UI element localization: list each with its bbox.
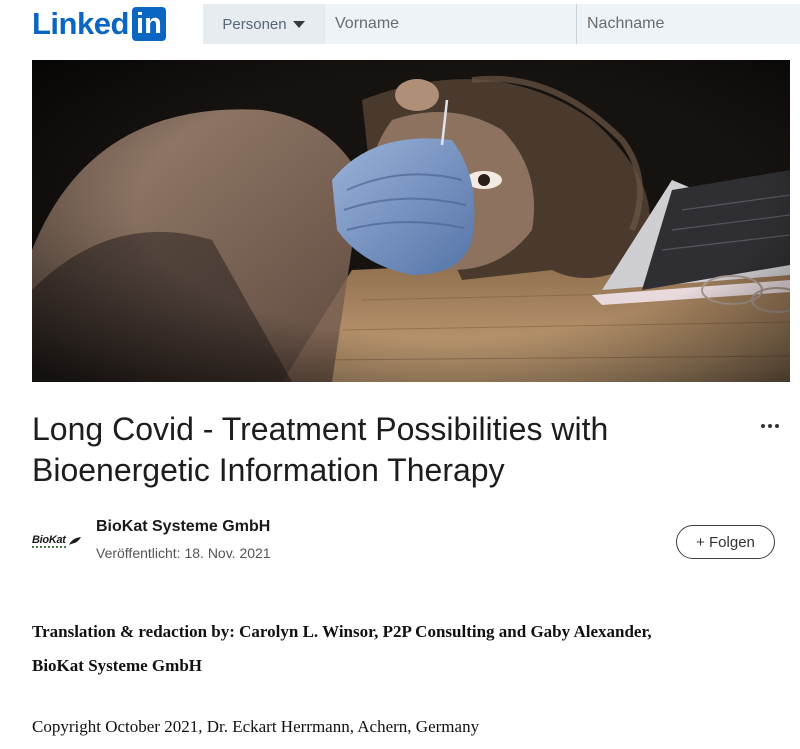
logo-wordmark: Linked <box>32 6 129 41</box>
author-logo-text: BioKat <box>32 534 66 548</box>
author-name[interactable]: BioKat Systeme GmbH <box>96 518 270 536</box>
caret-down-icon <box>292 21 305 28</box>
logo-in-box: in <box>131 7 166 41</box>
copyright-text: Copyright October 2021, Dr. Eckart Herrm… <box>32 717 480 736</box>
leaf-icon <box>68 537 81 545</box>
ellipsis-icon[interactable] <box>752 414 788 438</box>
article-title: Long Covid - Treatment Possibilities wit… <box>32 411 609 488</box>
author-logo[interactable]: BioKat <box>32 526 92 556</box>
publish-date: Veröffentlicht: 18. Nov. 2021 <box>96 545 271 561</box>
credits-line-1: Translation & redaction by: Carolyn L. W… <box>32 622 652 641</box>
author-block: BioKat BioKat Systeme GmbH Veröffentlich… <box>32 514 772 570</box>
credits-line-2: BioKat Systeme GmbH <box>32 656 202 675</box>
translation-credits: Translation & redaction by: Carolyn L. W… <box>32 615 792 683</box>
top-bar: Linked in Personen <box>0 0 800 50</box>
last-name-input[interactable] <box>576 4 800 44</box>
first-name-input[interactable] <box>324 4 576 44</box>
search-type-select[interactable]: Personen <box>203 4 324 44</box>
linkedin-logo[interactable]: Linked in <box>32 7 166 41</box>
search-type-label: Personen <box>222 15 287 33</box>
article-cover-image <box>32 60 790 382</box>
follow-button[interactable]: + Folgen <box>676 525 775 559</box>
people-search-bar: Personen <box>203 4 800 44</box>
